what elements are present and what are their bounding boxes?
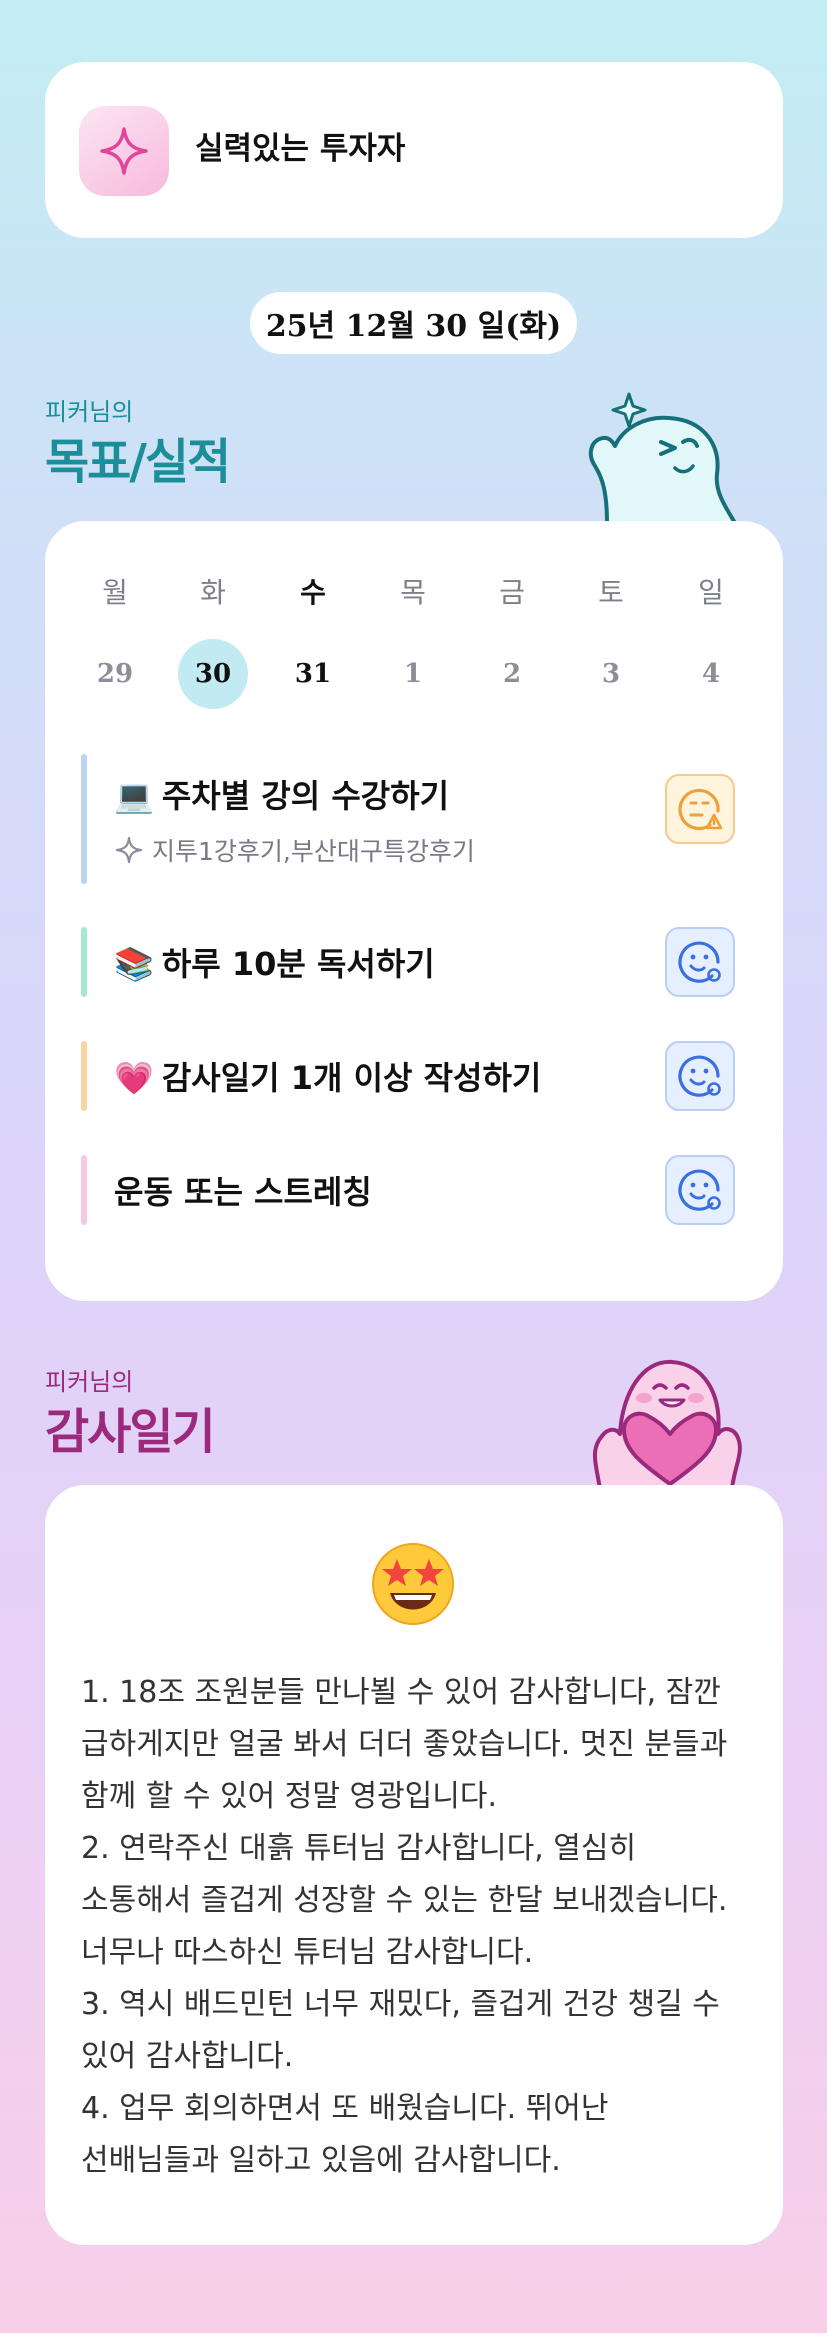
goal-bar — [81, 927, 87, 997]
sparkle-icon — [115, 836, 143, 864]
date-cell[interactable]: 1 — [378, 639, 448, 709]
heart-icon: 💗 — [114, 1059, 154, 1097]
heart-mascot-illustration — [582, 1354, 752, 1491]
goals-card: 월 화 수 목 금 토 일 29 30 31 1 2 3 4 💻 주차별 강의 수… — [45, 521, 783, 1301]
goal-label: 💗 감사일기 1개 이상 작성하기 — [114, 1059, 542, 1097]
ghost-mascot-illustration — [585, 388, 745, 525]
face-warning-icon[interactable] — [665, 774, 735, 844]
face-smile-icon[interactable] — [665, 1155, 735, 1225]
date-cell-selected[interactable]: 30 — [178, 639, 248, 709]
goal-item[interactable]: 📚 하루 10분 독서하기 — [81, 927, 747, 997]
goal-subtext: 지투1강후기,부산대구특강후기 — [114, 832, 475, 868]
goal-item[interactable]: 💻 주차별 강의 수강하기 지투1강후기,부산대구특강후기 — [81, 754, 747, 884]
star-struck-face-icon — [368, 1539, 458, 1629]
date-cell[interactable]: 3 — [576, 639, 646, 709]
date-cell[interactable]: 4 — [676, 639, 746, 709]
goal-bar — [81, 1041, 87, 1111]
profile-card[interactable]: 실력있는 투자자 — [45, 62, 783, 238]
weekday-label: 월 — [102, 576, 128, 609]
date-cell[interactable]: 29 — [80, 639, 150, 709]
weekday-label: 금 — [499, 576, 525, 609]
weekday-label: 일 — [698, 576, 724, 609]
face-smile-icon[interactable] — [665, 927, 735, 997]
books-icon: 📚 — [114, 945, 154, 983]
weekday-row: 월 화 수 목 금 토 일 — [45, 573, 783, 613]
goal-label: 📚 하루 10분 독서하기 — [114, 945, 435, 983]
goal-label: 운동 또는 스트레칭 — [114, 1173, 372, 1211]
profile-name: 실력있는 투자자 — [195, 131, 406, 167]
weekday-label: 수 — [300, 576, 326, 609]
date-row: 29 30 31 1 2 3 4 — [45, 639, 783, 709]
diary-text: 1. 18조 조원분들 만나뵐 수 있어 감사합니다, 잠깐 급하게지만 얼굴 … — [81, 1675, 728, 2178]
laptop-icon: 💻 — [114, 777, 154, 815]
date-pill[interactable]: 25년 12월 30 일(화) — [250, 292, 577, 354]
goal-item[interactable]: 💗 감사일기 1개 이상 작성하기 — [81, 1041, 747, 1111]
gratitude-diary-card: 1. 18조 조원분들 만나뵐 수 있어 감사합니다, 잠깐 급하게지만 얼굴 … — [45, 1485, 783, 2245]
goals-title: 목표/실적 — [45, 434, 231, 490]
goal-label: 💻 주차별 강의 수강하기 — [114, 777, 450, 815]
date-cell[interactable]: 2 — [477, 639, 547, 709]
face-smile-icon[interactable] — [665, 1041, 735, 1111]
weekday-label: 화 — [200, 576, 226, 609]
diary-title: 감사일기 — [45, 1404, 216, 1460]
goal-bar — [81, 754, 87, 884]
goal-bar — [81, 1155, 87, 1225]
weekday-label: 목 — [400, 576, 426, 609]
sparkle-icon — [79, 106, 169, 196]
goal-item[interactable]: 운동 또는 스트레칭 — [81, 1155, 747, 1225]
weekday-label: 토 — [598, 576, 624, 609]
date-cell[interactable]: 31 — [278, 639, 348, 709]
